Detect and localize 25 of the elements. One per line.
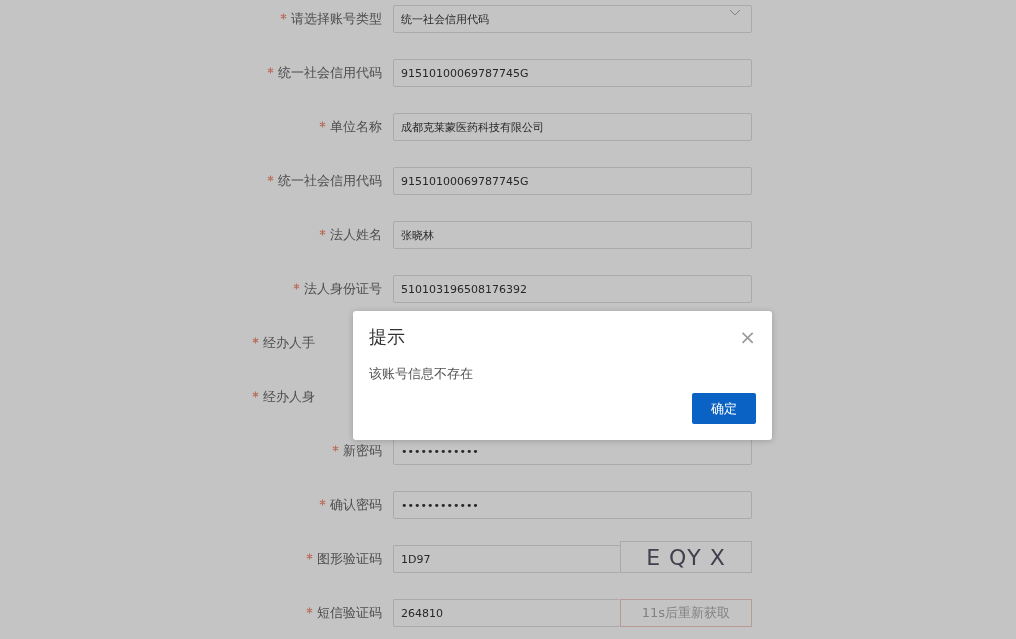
field-label: 请选择账号类型 <box>291 10 382 28</box>
field-label: 经办人手 <box>263 334 315 352</box>
caret-icon <box>729 8 741 16</box>
field-label: 确认密码 <box>330 496 382 514</box>
field-label: 图形验证码 <box>317 550 382 568</box>
field-label: 经办人身 <box>263 388 315 406</box>
input-field[interactable]: 91510100069787745G <box>393 167 752 195</box>
input-field[interactable]: 510103196508176392 <box>393 275 752 303</box>
input-field[interactable]: 1D97 <box>393 545 620 573</box>
field-label: 新密码 <box>343 442 382 460</box>
input-field[interactable]: 成都克莱蒙医药科技有限公司 <box>393 113 752 141</box>
account-type-select[interactable]: 统一社会信用代码 <box>393 5 752 33</box>
captcha-image[interactable]: E QY X <box>620 541 752 573</box>
field-label: 统一社会信用代码 <box>278 64 382 82</box>
input-field[interactable]: 张晓林 <box>393 221 752 249</box>
field-label: 法人身份证号 <box>304 280 382 298</box>
input-field[interactable]: 91510100069787745G <box>393 59 752 87</box>
field-label: 单位名称 <box>330 118 382 136</box>
input-field[interactable]: •••••••••••• <box>393 491 752 519</box>
field-label: 统一社会信用代码 <box>278 172 382 190</box>
dialog-title: 提示 <box>369 325 405 349</box>
dialog-message: 该账号信息不存在 <box>369 365 474 383</box>
field-label: 短信验证码 <box>317 604 382 622</box>
field-label: 法人姓名 <box>330 226 382 244</box>
confirm-button[interactable]: 确定 <box>692 393 756 424</box>
